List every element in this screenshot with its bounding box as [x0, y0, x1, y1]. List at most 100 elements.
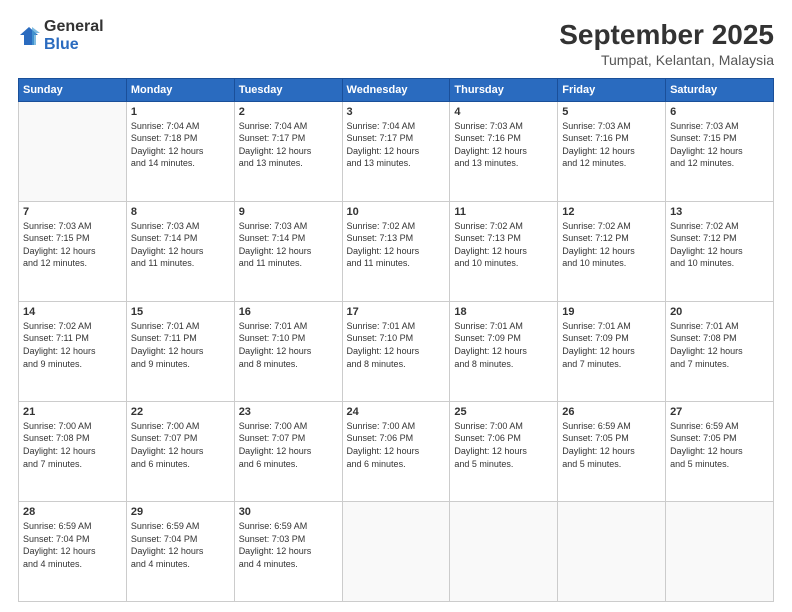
cell-sun-info: Sunrise: 6:59 AM Sunset: 7:03 PM Dayligh… [239, 520, 338, 570]
day-number: 24 [347, 406, 446, 418]
day-number: 8 [131, 206, 230, 218]
day-number: 2 [239, 106, 338, 118]
calendar-table: SundayMondayTuesdayWednesdayThursdayFrid… [18, 78, 774, 602]
cell-sun-info: Sunrise: 7:03 AM Sunset: 7:14 PM Dayligh… [131, 220, 230, 270]
day-number: 6 [670, 106, 769, 118]
location-subtitle: Tumpat, Kelantan, Malaysia [559, 52, 774, 68]
day-number: 13 [670, 206, 769, 218]
logo: General Blue [18, 18, 104, 53]
title-block: September 2025 Tumpat, Kelantan, Malaysi… [559, 18, 774, 68]
calendar-cell [450, 501, 558, 601]
cell-sun-info: Sunrise: 6:59 AM Sunset: 7:04 PM Dayligh… [131, 520, 230, 570]
calendar-cell: 19Sunrise: 7:01 AM Sunset: 7:09 PM Dayli… [558, 301, 666, 401]
day-of-week-header: Friday [558, 78, 666, 101]
cell-sun-info: Sunrise: 7:00 AM Sunset: 7:08 PM Dayligh… [23, 420, 122, 470]
day-of-week-header: Thursday [450, 78, 558, 101]
day-of-week-header: Monday [126, 78, 234, 101]
day-number: 22 [131, 406, 230, 418]
cell-sun-info: Sunrise: 7:02 AM Sunset: 7:13 PM Dayligh… [454, 220, 553, 270]
month-title: September 2025 [559, 18, 774, 52]
calendar-cell: 8 Sunrise: 7:03 AM Sunset: 7:14 PM Daylig… [126, 201, 234, 301]
calendar-cell: 3 Sunrise: 7:04 AM Sunset: 7:17 PM Daylig… [342, 101, 450, 201]
calendar-cell: 28 Sunrise: 6:59 AM Sunset: 7:04 PM Dayli… [19, 501, 127, 601]
cell-sun-info: Sunrise: 7:01 AM Sunset: 7:11 PM Dayligh… [131, 320, 230, 370]
logo-text: General Blue [44, 18, 104, 53]
calendar-cell [666, 501, 774, 601]
cell-sun-info: Sunrise: 7:00 AM Sunset: 7:07 PM Dayligh… [239, 420, 338, 470]
cell-sun-info: Sunrise: 7:01 AM Sunset: 7:08 PM Dayligh… [670, 320, 769, 370]
calendar-header-row: SundayMondayTuesdayWednesdayThursdayFrid… [19, 78, 774, 101]
cell-sun-info: Sunrise: 7:00 AM Sunset: 7:07 PM Dayligh… [131, 420, 230, 470]
calendar-cell: 11 Sunrise: 7:02 AM Sunset: 7:13 PM Dayli… [450, 201, 558, 301]
day-number: 26 [562, 406, 661, 418]
day-number: 25 [454, 406, 553, 418]
cell-sun-info: Sunrise: 7:03 AM Sunset: 7:15 PM Dayligh… [670, 120, 769, 170]
day-number: 17 [347, 306, 446, 318]
calendar-cell: 10 Sunrise: 7:02 AM Sunset: 7:13 PM Dayli… [342, 201, 450, 301]
logo-blue: Blue [44, 36, 104, 54]
calendar-week-row: 7 Sunrise: 7:03 AM Sunset: 7:15 PM Daylig… [19, 201, 774, 301]
cell-sun-info: Sunrise: 6:59 AM Sunset: 7:04 PM Dayligh… [23, 520, 122, 570]
calendar-cell: 27 Sunrise: 6:59 AM Sunset: 7:05 PM Dayli… [666, 401, 774, 501]
calendar-cell: 17 Sunrise: 7:01 AM Sunset: 7:10 PM Dayli… [342, 301, 450, 401]
cell-sun-info: Sunrise: 7:02 AM Sunset: 7:11 PM Dayligh… [23, 320, 122, 370]
logo-general: General [44, 18, 104, 36]
cell-sun-info: Sunrise: 7:03 AM Sunset: 7:14 PM Dayligh… [239, 220, 338, 270]
day-number: 27 [670, 406, 769, 418]
cell-sun-info: Sunrise: 7:01 AM Sunset: 7:09 PM Dayligh… [562, 320, 661, 370]
cell-sun-info: Sunrise: 6:59 AM Sunset: 7:05 PM Dayligh… [562, 420, 661, 470]
cell-sun-info: Sunrise: 7:00 AM Sunset: 7:06 PM Dayligh… [347, 420, 446, 470]
day-number: 9 [239, 206, 338, 218]
day-number: 12 [562, 206, 661, 218]
cell-sun-info: Sunrise: 7:03 AM Sunset: 7:16 PM Dayligh… [562, 120, 661, 170]
calendar-cell: 24 Sunrise: 7:00 AM Sunset: 7:06 PM Dayli… [342, 401, 450, 501]
day-number: 14 [23, 306, 122, 318]
cell-sun-info: Sunrise: 7:02 AM Sunset: 7:13 PM Dayligh… [347, 220, 446, 270]
day-number: 29 [131, 506, 230, 518]
day-of-week-header: Sunday [19, 78, 127, 101]
day-number: 16 [239, 306, 338, 318]
day-of-week-header: Tuesday [234, 78, 342, 101]
cell-sun-info: Sunrise: 7:00 AM Sunset: 7:06 PM Dayligh… [454, 420, 553, 470]
cell-sun-info: Sunrise: 6:59 AM Sunset: 7:05 PM Dayligh… [670, 420, 769, 470]
calendar-cell: 6 Sunrise: 7:03 AM Sunset: 7:15 PM Daylig… [666, 101, 774, 201]
calendar-cell: 20 Sunrise: 7:01 AM Sunset: 7:08 PM Dayli… [666, 301, 774, 401]
calendar-cell [558, 501, 666, 601]
day-number: 21 [23, 406, 122, 418]
cell-sun-info: Sunrise: 7:04 AM Sunset: 7:17 PM Dayligh… [239, 120, 338, 170]
calendar-cell: 1Sunrise: 7:04 AM Sunset: 7:18 PM Daylig… [126, 101, 234, 201]
cell-sun-info: Sunrise: 7:03 AM Sunset: 7:16 PM Dayligh… [454, 120, 553, 170]
cell-sun-info: Sunrise: 7:04 AM Sunset: 7:17 PM Dayligh… [347, 120, 446, 170]
calendar-week-row: 28 Sunrise: 6:59 AM Sunset: 7:04 PM Dayli… [19, 501, 774, 601]
calendar-week-row: 14 Sunrise: 7:02 AM Sunset: 7:11 PM Dayli… [19, 301, 774, 401]
day-number: 15 [131, 306, 230, 318]
calendar-cell: 18Sunrise: 7:01 AM Sunset: 7:09 PM Dayli… [450, 301, 558, 401]
cell-sun-info: Sunrise: 7:03 AM Sunset: 7:15 PM Dayligh… [23, 220, 122, 270]
calendar-cell: 16Sunrise: 7:01 AM Sunset: 7:10 PM Dayli… [234, 301, 342, 401]
calendar-cell: 2 Sunrise: 7:04 AM Sunset: 7:17 PM Daylig… [234, 101, 342, 201]
day-number: 7 [23, 206, 122, 218]
calendar-cell: 4Sunrise: 7:03 AM Sunset: 7:16 PM Daylig… [450, 101, 558, 201]
day-number: 18 [454, 306, 553, 318]
day-number: 30 [239, 506, 338, 518]
day-number: 1 [131, 106, 230, 118]
day-number: 3 [347, 106, 446, 118]
calendar-cell: 23 Sunrise: 7:00 AM Sunset: 7:07 PM Dayli… [234, 401, 342, 501]
day-number: 23 [239, 406, 338, 418]
cell-sun-info: Sunrise: 7:02 AM Sunset: 7:12 PM Dayligh… [670, 220, 769, 270]
logo-icon [18, 25, 40, 47]
day-number: 5 [562, 106, 661, 118]
day-number: 11 [454, 206, 553, 218]
calendar-cell: 25 Sunrise: 7:00 AM Sunset: 7:06 PM Dayli… [450, 401, 558, 501]
day-number: 10 [347, 206, 446, 218]
calendar-cell: 26 Sunrise: 6:59 AM Sunset: 7:05 PM Dayli… [558, 401, 666, 501]
calendar-cell [342, 501, 450, 601]
calendar-week-row: 21 Sunrise: 7:00 AM Sunset: 7:08 PM Dayli… [19, 401, 774, 501]
day-number: 20 [670, 306, 769, 318]
day-of-week-header: Wednesday [342, 78, 450, 101]
day-number: 28 [23, 506, 122, 518]
calendar-cell: 9 Sunrise: 7:03 AM Sunset: 7:14 PM Daylig… [234, 201, 342, 301]
calendar-cell [19, 101, 127, 201]
cell-sun-info: Sunrise: 7:01 AM Sunset: 7:10 PM Dayligh… [347, 320, 446, 370]
header: General Blue September 2025 Tumpat, Kela… [18, 18, 774, 68]
